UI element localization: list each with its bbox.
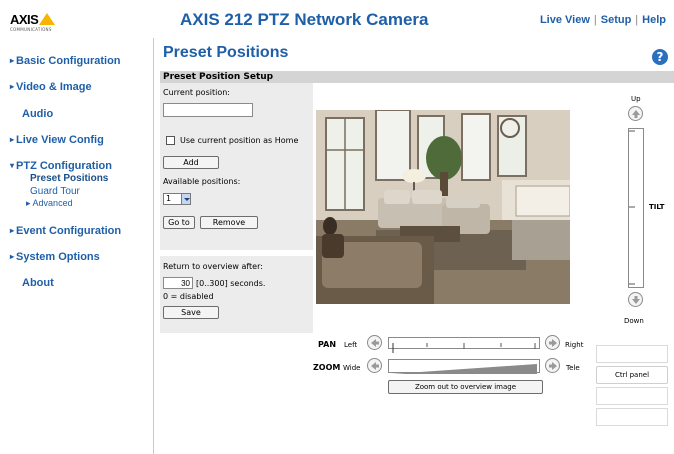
return-note-label: 0 = disabled	[163, 292, 214, 301]
help-link[interactable]: Help	[642, 14, 666, 26]
arrow-left-icon	[371, 362, 379, 370]
chevron-right-icon: ▸	[26, 198, 31, 208]
zoom-slider[interactable]	[388, 359, 540, 374]
sidebar-item-about[interactable]: About	[22, 277, 54, 289]
sidebar-item-label: Live View Config	[16, 134, 104, 146]
top-nav: Live View | Setup | Help	[540, 14, 666, 26]
help-icon[interactable]: ?	[652, 49, 668, 65]
current-position-input[interactable]	[163, 103, 253, 117]
zoom-out-overview-button[interactable]: Zoom out to overview image	[388, 380, 543, 394]
tilt-up-button[interactable]	[628, 106, 643, 121]
sidebar-subitem-preset-positions[interactable]: Preset Positions	[30, 173, 108, 184]
control-panel-slot	[596, 345, 668, 363]
chevron-down-icon[interactable]	[181, 194, 190, 204]
sidebar-item-label: Basic Configuration	[16, 55, 121, 67]
pan-label: PAN	[318, 340, 337, 349]
pan-ticks	[392, 343, 536, 353]
camera-video-view[interactable]	[316, 110, 570, 304]
zoom-tele-button[interactable]	[545, 358, 560, 373]
chevron-down-icon: ▾	[10, 161, 15, 170]
sidebar-subitem-guard-tour[interactable]: Guard Tour	[30, 186, 80, 197]
live-view-link[interactable]: Live View	[540, 14, 590, 26]
arrow-down-icon	[632, 296, 640, 304]
tilt-down-button[interactable]	[628, 292, 643, 307]
control-panel-slot	[596, 387, 668, 405]
save-button[interactable]: Save	[163, 306, 219, 319]
add-button[interactable]: Add	[163, 156, 219, 169]
sidebar-subitem-advanced[interactable]: ▸ Advanced	[26, 198, 73, 209]
select-value: 1	[166, 194, 172, 203]
pan-left-label: Left	[344, 341, 358, 349]
sidebar-item-audio[interactable]: Audio	[22, 108, 53, 120]
zoom-wide-label: Wide	[343, 364, 361, 372]
tilt-ticks	[629, 130, 635, 285]
goto-button[interactable]: Go to	[163, 216, 195, 229]
chevron-right-icon: ▸	[10, 135, 15, 144]
section-header: Preset Position Setup	[160, 71, 674, 83]
sidebar-item-label: Audio	[22, 108, 54, 120]
axis-logo[interactable]: AXIS	[10, 12, 56, 27]
sidebar-subitem-label: Advanced	[32, 198, 73, 208]
sidebar	[0, 38, 154, 454]
logo-triangle-icon	[39, 13, 56, 25]
current-position-label: Current position:	[163, 88, 230, 97]
living-room-image	[316, 110, 570, 304]
return-label: Return to overview after:	[163, 262, 263, 271]
available-positions-select[interactable]: 1	[163, 193, 191, 205]
sidebar-item-label: About	[22, 277, 54, 289]
use-home-label: Use current position as Home	[180, 136, 299, 145]
sidebar-item-video-image[interactable]: ▸ Video & Image	[10, 81, 92, 93]
arrow-right-icon	[549, 362, 557, 370]
chevron-right-icon: ▸	[10, 226, 15, 235]
remove-button[interactable]: Remove	[200, 216, 258, 229]
nav-separator: |	[635, 14, 639, 26]
logo-text: AXIS	[10, 12, 39, 27]
arrow-right-icon	[549, 339, 557, 347]
use-home-checkbox[interactable]	[166, 136, 175, 145]
chevron-right-icon: ▸	[10, 56, 15, 65]
app-title: AXIS 212 PTZ Network Camera	[180, 10, 429, 29]
nav-separator: |	[593, 14, 597, 26]
zoom-label: ZOOM	[313, 363, 341, 372]
sidebar-item-label: Video & Image	[16, 81, 92, 93]
return-seconds-input[interactable]	[163, 277, 193, 289]
return-range-label: [0..300] seconds.	[196, 279, 266, 288]
sidebar-item-event-configuration[interactable]: ▸ Event Configuration	[10, 225, 121, 237]
sidebar-item-live-view-config[interactable]: ▸ Live View Config	[10, 134, 104, 146]
header: AXIS COMMUNICATIONS AXIS 212 PTZ Network…	[0, 0, 674, 38]
zoom-wedge	[391, 364, 537, 374]
available-positions-label: Available positions:	[163, 177, 241, 186]
setup-link[interactable]: Setup	[601, 14, 632, 26]
pan-left-button[interactable]	[367, 335, 382, 350]
sidebar-item-system-options[interactable]: ▸ System Options	[10, 251, 100, 263]
pan-right-label: Right	[565, 341, 584, 349]
arrow-left-icon	[371, 339, 379, 347]
pan-slider[interactable]	[388, 337, 540, 353]
tilt-slider[interactable]	[628, 128, 644, 288]
pan-right-button[interactable]	[545, 335, 560, 350]
zoom-tele-label: Tele	[566, 364, 580, 372]
tilt-up-label: Up	[631, 95, 641, 103]
page-title: Preset Positions	[163, 44, 289, 61]
tilt-down-label: Down	[624, 317, 644, 325]
sidebar-item-label: PTZ Configuration	[16, 160, 112, 172]
sidebar-item-label: System Options	[16, 251, 100, 263]
chevron-right-icon: ▸	[10, 252, 15, 261]
control-panel-slot	[596, 408, 668, 426]
sidebar-item-basic-configuration[interactable]: ▸ Basic Configuration	[10, 55, 121, 67]
arrow-up-icon	[632, 110, 640, 118]
tilt-label: TILT	[649, 203, 665, 211]
logo-subtext: COMMUNICATIONS	[10, 27, 52, 32]
chevron-right-icon: ▸	[10, 82, 15, 91]
sidebar-item-label: Event Configuration	[16, 225, 122, 237]
zoom-wide-button[interactable]	[367, 358, 382, 373]
sidebar-item-ptz-configuration[interactable]: ▾ PTZ Configuration	[10, 160, 112, 172]
ctrl-panel-button[interactable]: Ctrl panel	[596, 366, 668, 384]
